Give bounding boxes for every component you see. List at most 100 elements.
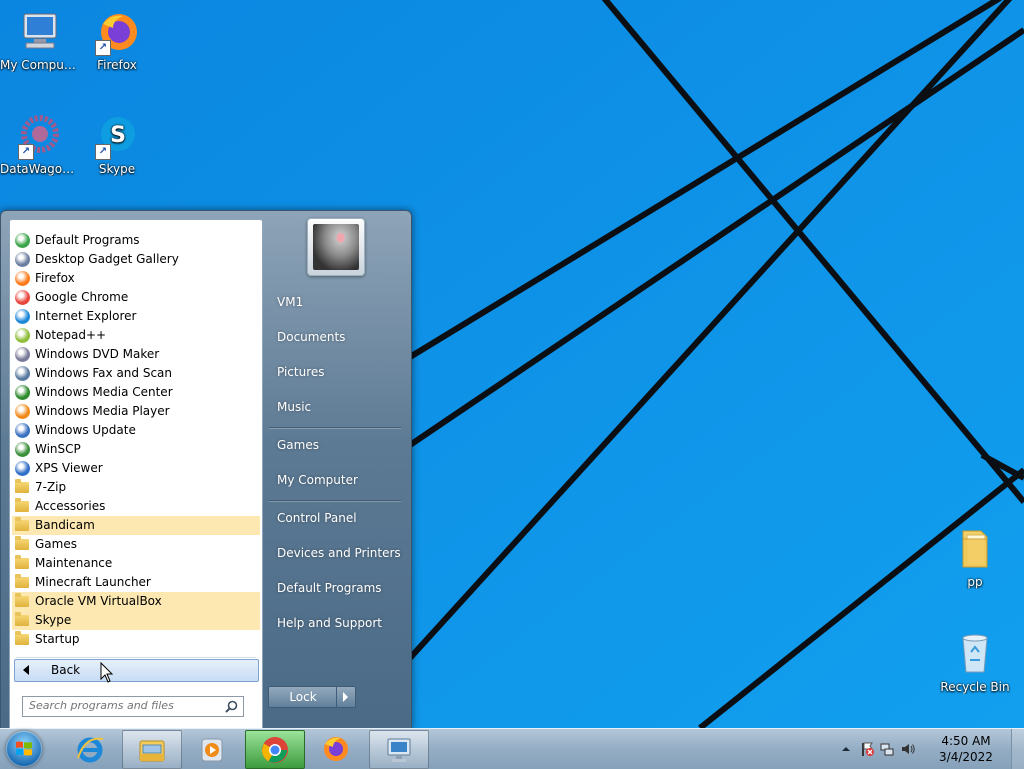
program-icon <box>15 233 30 248</box>
program-label: Oracle VM VirtualBox <box>35 594 162 608</box>
desktop-icon-datawagon[interactable]: ↗ DataWagon... <box>0 112 80 176</box>
back-button-label: Back <box>51 663 81 677</box>
program-icon <box>15 385 30 400</box>
show-desktop-button[interactable] <box>1011 729 1024 769</box>
program-folder-item[interactable]: 7-Zip <box>12 478 260 497</box>
start-button[interactable] <box>6 731 42 767</box>
taskbar-windows-explorer[interactable] <box>122 730 182 769</box>
taskbar-remote-desktop[interactable] <box>369 730 429 769</box>
program-item[interactable]: Windows Update <box>12 421 260 440</box>
program-icon <box>15 404 30 419</box>
program-folder-item[interactable]: Maintenance <box>12 554 260 573</box>
program-icon <box>15 328 30 343</box>
folder-icon <box>15 612 29 626</box>
taskbar-internet-explorer[interactable] <box>61 730 119 767</box>
program-folder-item[interactable]: Minecraft Launcher <box>12 573 260 592</box>
program-item[interactable]: Internet Explorer <box>12 307 260 326</box>
google-chrome-icon <box>261 737 288 763</box>
search-box[interactable] <box>22 696 244 717</box>
program-item[interactable]: Firefox <box>12 269 260 288</box>
folder-icon <box>15 574 29 588</box>
volume-icon[interactable] <box>900 741 916 757</box>
program-item[interactable]: Windows DVD Maker <box>12 345 260 364</box>
search-input[interactable] <box>23 697 219 714</box>
program-label: Desktop Gadget Gallery <box>35 252 179 266</box>
program-folder-item[interactable]: Bandicam <box>12 516 260 535</box>
action-center-flag-icon[interactable] <box>859 741 875 757</box>
start-menu-link-devices-and-printers[interactable]: Devices and Printers <box>269 538 411 568</box>
firefox-icon <box>324 737 348 761</box>
program-item[interactable]: Desktop Gadget Gallery <box>12 250 260 269</box>
lock-button[interactable]: Lock <box>268 686 338 708</box>
show-hidden-icons-icon[interactable] <box>838 741 854 757</box>
program-label: Default Programs <box>35 233 140 247</box>
program-item[interactable]: Windows Fax and Scan <box>12 364 260 383</box>
program-icon <box>15 290 30 305</box>
program-icon <box>15 366 30 381</box>
program-label: Games <box>35 537 77 551</box>
start-menu-link-default-programs[interactable]: Default Programs <box>269 573 411 603</box>
taskbar-firefox[interactable] <box>307 730 365 767</box>
desktop-icon-label: Firefox <box>97 58 137 72</box>
desktop-icon-label: DataWagon... <box>0 162 80 176</box>
network-icon[interactable] <box>879 741 895 757</box>
program-label: Windows Fax and Scan <box>35 366 173 380</box>
divider <box>16 657 256 658</box>
user-picture-image <box>313 224 359 270</box>
computer-icon <box>16 8 64 56</box>
program-item[interactable]: XPS Viewer <box>12 459 260 478</box>
start-menu-link-games[interactable]: Games <box>269 430 411 460</box>
back-button[interactable]: Back <box>14 659 259 682</box>
clock-date: 3/4/2022 <box>939 750 993 764</box>
desktop-icon-recycle-bin[interactable]: Recycle Bin <box>935 630 1015 694</box>
datawagon-icon: ↗ <box>16 112 64 160</box>
program-folder-item[interactable]: Skype <box>12 611 260 630</box>
program-label: Startup <box>35 632 80 646</box>
start-menu-link-help-and-support[interactable]: Help and Support <box>269 608 411 638</box>
start-menu-link-vm1[interactable]: VM1 <box>269 287 411 317</box>
desktop-icon-firefox[interactable]: ↗ Firefox <box>77 8 157 72</box>
desktop-icon-pp-folder[interactable]: pp <box>935 525 1015 589</box>
taskbar-media-player[interactable] <box>183 730 241 767</box>
program-label: Skype <box>35 613 72 627</box>
divider <box>269 500 401 501</box>
program-label: 7-Zip <box>35 480 67 494</box>
start-menu-link-documents[interactable]: Documents <box>269 322 411 352</box>
shortcut-arrow-icon: ↗ <box>95 40 111 56</box>
program-folder-item[interactable]: Startup <box>12 630 260 649</box>
program-item[interactable]: WinSCP <box>12 440 260 459</box>
desktop-icon-my-computer[interactable]: My Computer <box>0 8 80 72</box>
search-icon[interactable] <box>225 700 238 713</box>
program-label: Accessories <box>35 499 106 513</box>
desktop-icon-skype[interactable]: S ↗ Skype <box>77 112 157 176</box>
clock[interactable]: 4:50 AM 3/4/2022 <box>934 733 998 765</box>
program-label: WinSCP <box>35 442 81 456</box>
program-label: Windows Update <box>35 423 136 437</box>
program-label: XPS Viewer <box>35 461 103 475</box>
start-menu-link-my-computer[interactable]: My Computer <box>269 465 411 495</box>
program-item[interactable]: Windows Media Player <box>12 402 260 421</box>
program-item[interactable]: Windows Media Center <box>12 383 260 402</box>
program-folder-item[interactable]: Oracle VM VirtualBox <box>12 592 260 611</box>
divider <box>269 427 401 428</box>
windows-explorer-icon <box>139 740 165 762</box>
all-programs-pane: Default Programs Desktop Gadget Gallery Fi… <box>9 219 263 731</box>
recycle-bin-icon <box>951 630 999 678</box>
program-item[interactable]: Default Programs <box>12 231 260 250</box>
program-folder-item[interactable]: Accessories <box>12 497 260 516</box>
folder-icon <box>951 525 999 573</box>
taskbar-google-chrome[interactable] <box>245 730 305 769</box>
program-item[interactable]: Google Chrome <box>12 288 260 307</box>
shutdown-options-arrow-button[interactable] <box>336 686 356 708</box>
user-account-picture[interactable] <box>307 218 365 276</box>
taskbar: 4:50 AM 3/4/2022 <box>0 728 1024 769</box>
program-label: Bandicam <box>35 518 95 532</box>
program-label: Firefox <box>35 271 75 285</box>
desktop-icon-label: My Computer <box>0 58 80 72</box>
firefox-icon: ↗ <box>93 8 141 56</box>
start-menu-link-control-panel[interactable]: Control Panel <box>269 503 411 533</box>
start-menu-link-music[interactable]: Music <box>269 392 411 422</box>
start-menu-link-pictures[interactable]: Pictures <box>269 357 411 387</box>
program-item[interactable]: Notepad++ <box>12 326 260 345</box>
program-folder-item[interactable]: Games <box>12 535 260 554</box>
